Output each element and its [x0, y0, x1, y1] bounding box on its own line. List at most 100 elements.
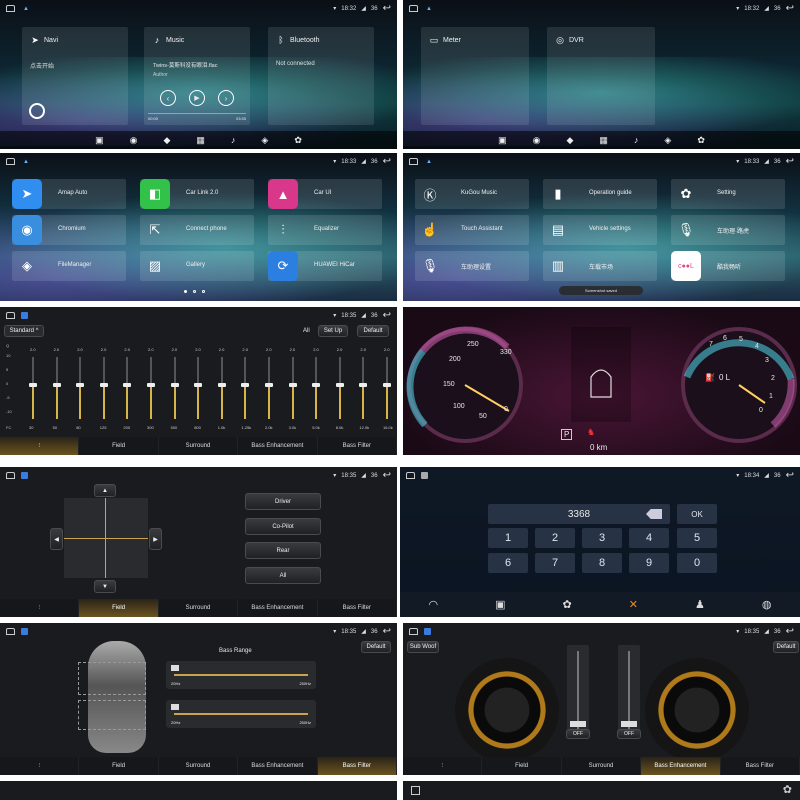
eq-slider[interactable]	[244, 357, 247, 419]
eq-slider[interactable]	[268, 357, 270, 419]
tab-field[interactable]: Field	[79, 757, 159, 775]
app-tile-equalizer[interactable]: ⫶ Equalizer	[268, 215, 382, 245]
tab-bass-filter[interactable]: Bass Filter	[317, 757, 397, 775]
app-tile-chromium[interactable]: ◉ Chromium	[12, 215, 126, 245]
app-tile-assistant-settings[interactable]: 🎙 车助理设置	[415, 251, 529, 281]
app-tile-car-assistant[interactable]: 🎙 车助理·路虎	[671, 215, 785, 245]
eq-slider-handle[interactable]	[147, 383, 155, 387]
app-tile-operation-guide[interactable]: ▮ Operation guide	[543, 179, 657, 209]
all-button[interactable]: All	[245, 567, 321, 584]
meter-card[interactable]: ▭ Meter	[421, 27, 529, 125]
app-tile-carui[interactable]: ▲ Car UI	[268, 179, 382, 209]
display-setting-icon[interactable]: ▣	[495, 598, 505, 611]
eq-slider-handle[interactable]	[170, 383, 179, 387]
eq-slider-handle[interactable]	[383, 383, 391, 387]
eq-slider-handle[interactable]	[123, 383, 132, 387]
tab-surround[interactable]: Surround	[159, 757, 239, 775]
gear-icon[interactable]: ✿	[697, 135, 705, 146]
home-icon[interactable]	[6, 312, 15, 319]
apps-grid-icon[interactable]: ▦	[599, 135, 608, 146]
driver-button[interactable]: Driver	[245, 493, 321, 510]
eq-slider[interactable]	[315, 357, 318, 419]
default-button[interactable]: Default	[357, 325, 389, 337]
all-channels-label[interactable]: All	[303, 328, 310, 334]
copilot-button[interactable]: Co-Pilot	[245, 518, 321, 535]
setup-button[interactable]: Set Up	[318, 325, 348, 337]
app-tile-gallery[interactable]: ▨ Gallery	[140, 251, 254, 281]
app-tile-carlink[interactable]: ◧ Car Link 2.0	[140, 179, 254, 209]
tab-equalizer[interactable]: ⫶	[0, 757, 80, 775]
home-icon[interactable]	[409, 158, 418, 165]
back-icon[interactable]: ↩	[786, 3, 794, 14]
eq-slider-handle[interactable]	[265, 383, 273, 387]
music-card[interactable]: ♪ Music Twins-莫斯科没有眼泪.flac Author ‹ ▶ › …	[144, 27, 250, 125]
home-icon[interactable]	[6, 158, 15, 165]
default-button[interactable]: Default	[361, 641, 391, 653]
left-off-button[interactable]: OFF	[566, 729, 590, 739]
arrow-right-button[interactable]: ▶	[149, 528, 162, 550]
location-pin-icon[interactable]	[29, 103, 45, 119]
arrow-up-button[interactable]: ▲	[94, 484, 116, 497]
dvr-card[interactable]: ◎ DVR	[547, 27, 655, 125]
right-off-button[interactable]: OFF	[617, 729, 641, 739]
layers-icon[interactable]: ◈	[261, 135, 268, 146]
subwoof-slider-right[interactable]	[618, 645, 640, 737]
gear-icon[interactable]: ✿	[563, 598, 572, 611]
tab-bass-enhancement[interactable]: Bass Enhancement	[238, 437, 318, 455]
app-tile-setting[interactable]: ✿ Setting	[671, 179, 785, 209]
key-5[interactable]: 5	[677, 528, 717, 548]
key-2[interactable]: 2	[535, 528, 575, 548]
tab-bass-enhancement[interactable]: Bass Enhancement	[238, 757, 318, 775]
tab-surround[interactable]: Surround	[159, 437, 239, 455]
home-icon[interactable]	[409, 628, 418, 635]
app-tile-filemanager[interactable]: ◈ FileManager	[12, 251, 126, 281]
app-tile-kugou[interactable]: Ⓚ KuGou Music	[415, 179, 529, 209]
gear-icon[interactable]: ✿	[294, 135, 302, 146]
slider-handle[interactable]	[171, 665, 179, 671]
music-icon[interactable]: ♪	[634, 135, 639, 145]
play-button[interactable]: ▶	[189, 90, 205, 106]
app-tile-connectphone[interactable]: ⇱ Connect phone	[140, 215, 254, 245]
key-3[interactable]: 3	[582, 528, 622, 548]
app-tile-vehicle-settings[interactable]: ▤ Vehicle settings	[543, 215, 657, 245]
tab-bass-filter[interactable]: Bass Filter	[721, 757, 800, 775]
eq-slider[interactable]	[291, 357, 294, 419]
back-icon[interactable]: ↩	[383, 3, 391, 14]
eq-slider-handle[interactable]	[194, 383, 203, 387]
eq-slider-handle[interactable]	[288, 383, 297, 387]
tab-surround[interactable]: Surround	[562, 757, 642, 775]
subwoof-slider-left[interactable]	[567, 645, 589, 737]
home-icon[interactable]	[6, 472, 15, 479]
eq-slider-handle[interactable]	[241, 383, 250, 387]
home-icon[interactable]	[409, 5, 418, 12]
tab-bass-filter[interactable]: Bass Filter	[318, 599, 397, 617]
key-1[interactable]: 1	[488, 528, 528, 548]
app-tile-kuwo[interactable]: c●●L 酷我畅听	[671, 251, 785, 281]
progress-bar[interactable]	[148, 113, 246, 114]
previous-button[interactable]: ‹	[160, 90, 176, 106]
tools-icon[interactable]: ✕	[629, 598, 638, 611]
app-tile-touch-assistant[interactable]: ☝ Touch Assistant	[415, 215, 529, 245]
back-icon[interactable]: ↩	[786, 626, 794, 637]
speaker-zone-front-box[interactable]	[78, 662, 146, 695]
back-icon[interactable]: ↩	[383, 310, 391, 321]
eq-slider-handle[interactable]	[52, 383, 61, 387]
key-6[interactable]: 6	[488, 553, 528, 573]
tab-field[interactable]: Field	[79, 437, 159, 455]
compass-icon[interactable]: ◉	[533, 135, 541, 146]
wifi-setting-icon[interactable]: ◠	[429, 598, 439, 611]
arrow-down-button[interactable]: ▼	[94, 580, 116, 593]
eq-slider[interactable]	[386, 357, 388, 419]
eq-slider[interactable]	[79, 357, 82, 419]
app-tile-hicar[interactable]: ⟳ HUAWEI HiCar	[268, 251, 382, 281]
app-tile-amap[interactable]: ➤ Amap Auto	[12, 179, 126, 209]
video-icon[interactable]: ▣	[498, 135, 507, 146]
bass-range-slider-2[interactable]: 20Hz 250Hz	[166, 700, 316, 728]
tab-equalizer[interactable]: ⫶	[0, 599, 80, 617]
bluetooth-card[interactable]: ᛒ Bluetooth Not connected	[268, 27, 374, 125]
user-icon[interactable]: ♟	[695, 598, 705, 611]
tab-equalizer[interactable]: ⫶	[0, 437, 80, 455]
video-icon[interactable]: ▣	[95, 135, 104, 146]
navi-card[interactable]: ➤ Navi 点击开始	[22, 27, 128, 125]
car-icon[interactable]: ◆	[566, 135, 573, 146]
